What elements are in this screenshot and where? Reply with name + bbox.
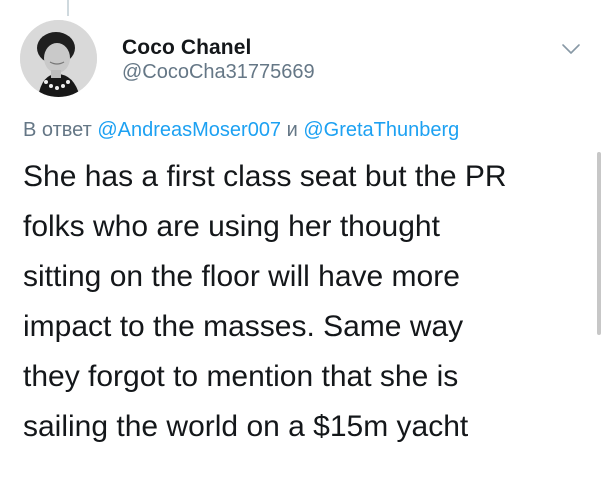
mention-link[interactable]: @AndreasMoser007 (97, 119, 281, 141)
reply-prefix: В ответ (23, 119, 92, 141)
avatar-photo (20, 20, 97, 97)
tweet-text: She has a first class seat but the PR fo… (23, 160, 507, 443)
reply-context: В ответ @AndreasMoser007 и @GretaThunber… (23, 119, 459, 142)
thread-connector-line (67, 0, 69, 16)
tweet-view: Coco Chanel @CocoCha31775669 В ответ @An… (0, 0, 604, 489)
reply-conjunction: и (286, 119, 298, 141)
author-handle[interactable]: @CocoCha31775669 (122, 61, 315, 84)
mention-link[interactable]: @GretaThunberg (303, 119, 459, 141)
author-display-name[interactable]: Coco Chanel (122, 36, 251, 60)
avatar[interactable] (20, 20, 97, 97)
scrollbar[interactable] (597, 152, 601, 335)
chevron-down-icon[interactable] (560, 38, 582, 60)
